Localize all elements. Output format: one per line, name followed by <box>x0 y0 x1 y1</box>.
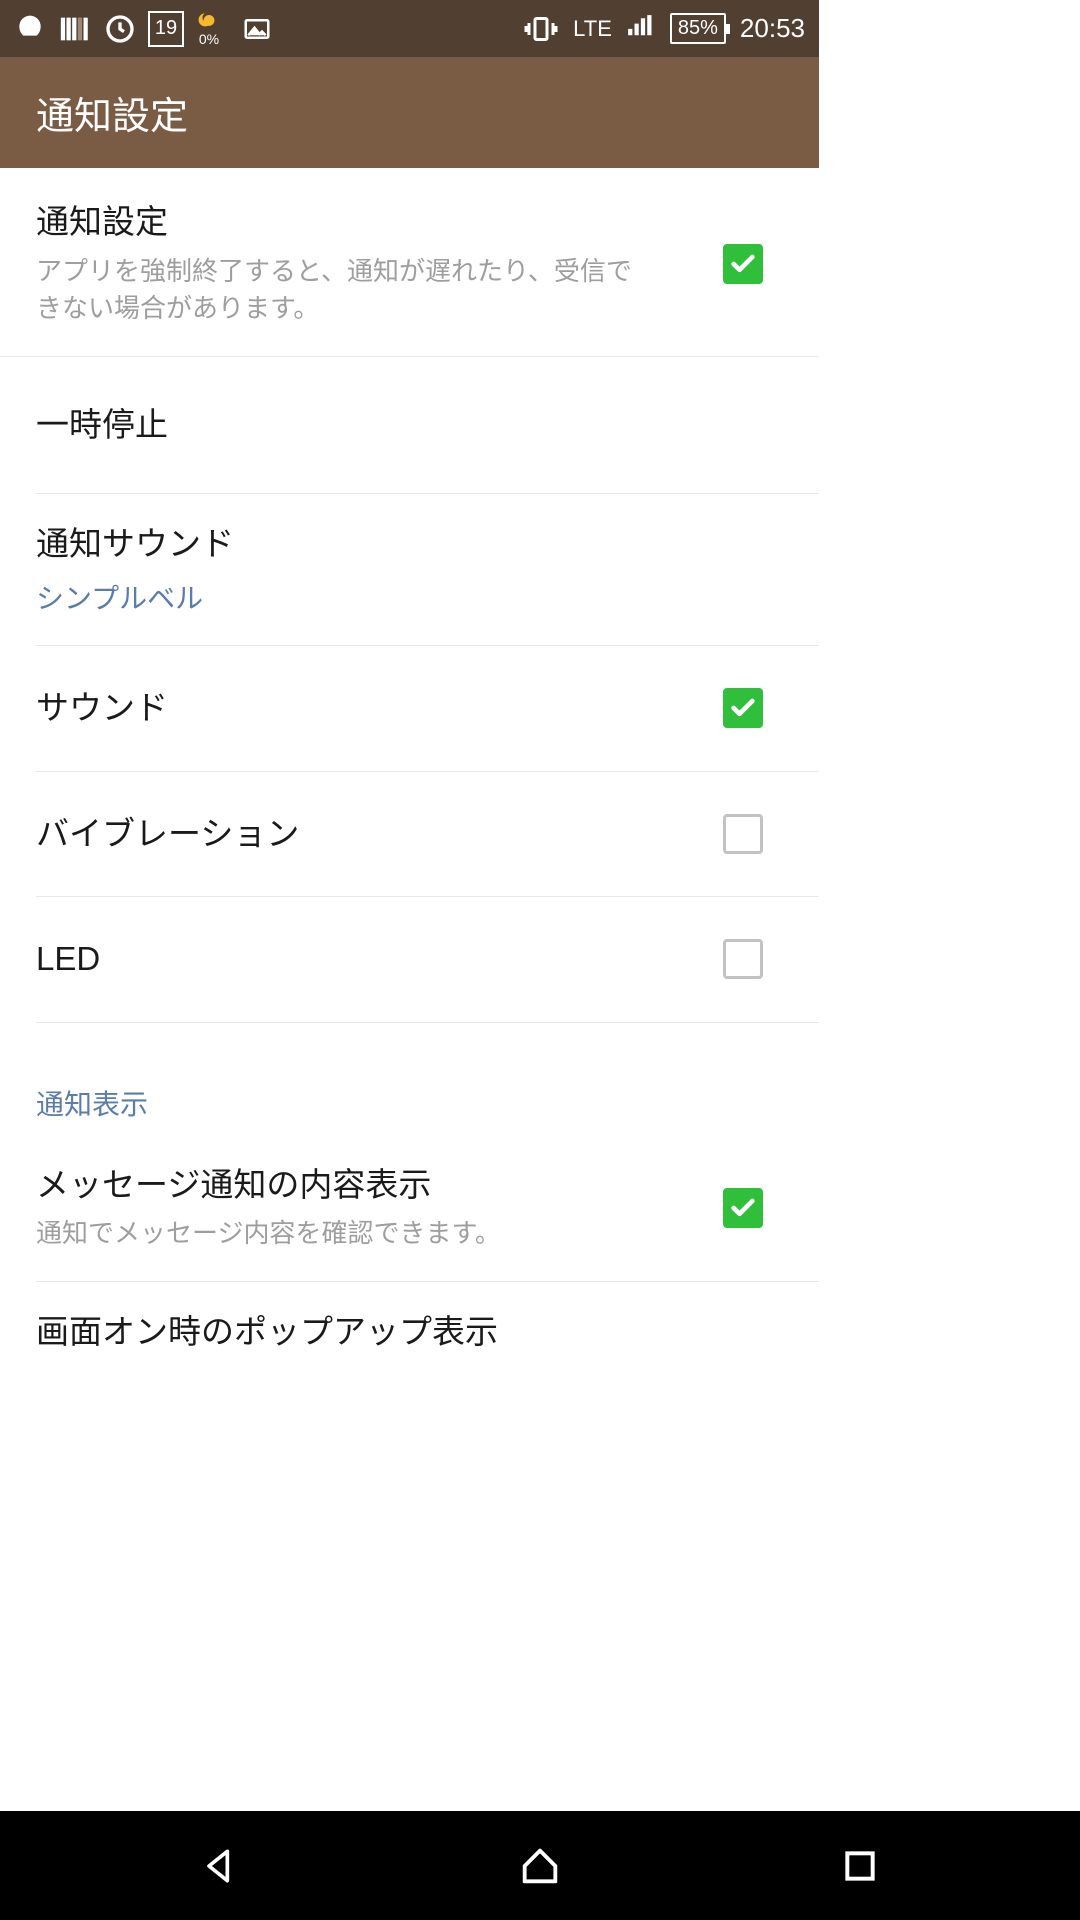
image-icon <box>242 14 272 44</box>
calendar-icon: 19 <box>148 11 184 47</box>
setting-pause[interactable]: 一時停止 <box>36 357 819 495</box>
setting-popup-title: 画面オン時のポップアップ表示 <box>36 1310 713 1346</box>
settings-list: 通知設定 アプリを強制終了すると、通知が遅れたり、受信できない場合があります。 … <box>0 168 819 1346</box>
signal-icon <box>626 14 656 44</box>
setting-notification-title: 通知設定 <box>36 200 653 245</box>
setting-popup[interactable]: 画面オン時のポップアップ表示 OFF <box>36 1282 819 1346</box>
vibrate-icon <box>523 11 559 47</box>
setting-led[interactable]: LED <box>36 897 819 1023</box>
setting-sound-toggle-checkbox[interactable] <box>723 688 763 728</box>
calendar-day: 19 <box>155 17 177 40</box>
setting-led-title: LED <box>36 937 653 982</box>
alarm-icon <box>14 13 46 45</box>
weather-icon: 0% <box>196 11 222 47</box>
setting-message-preview-title: メッセージ通知の内容表示 <box>36 1163 653 1208</box>
setting-message-preview-subtitle: 通知でメッセージ内容を確認できます。 <box>36 1215 653 1253</box>
setting-sound-value: シンプルベル <box>36 577 713 617</box>
setting-message-preview[interactable]: メッセージ通知の内容表示 通知でメッセージ内容を確認できます。 <box>36 1135 819 1282</box>
setting-vibration[interactable]: バイブレーション <box>36 772 819 898</box>
setting-sound-toggle[interactable]: サウンド <box>36 646 819 772</box>
setting-led-checkbox[interactable] <box>723 939 763 979</box>
navigation-bar <box>0 1811 1080 1920</box>
setting-notification-subtitle: アプリを強制終了すると、通知が遅れたり、受信できない場合があります。 <box>36 253 653 328</box>
page-title: 通知設定 <box>36 85 188 140</box>
recent-button[interactable] <box>830 1836 890 1896</box>
setting-pause-title: 一時停止 <box>36 403 713 448</box>
battery-percent: 85% <box>678 17 718 39</box>
battery-icon: 85% <box>670 13 726 44</box>
home-button[interactable] <box>510 1836 570 1896</box>
bars-icon <box>58 12 92 46</box>
clock-label: 20:53 <box>740 13 805 44</box>
setting-notification[interactable]: 通知設定 アプリを強制終了すると、通知が遅れたり、受信できない場合があります。 <box>0 168 819 357</box>
setting-sound-toggle-title: サウンド <box>36 686 653 731</box>
setting-sound-title: 通知サウンド <box>36 522 713 567</box>
setting-vibration-title: バイブレーション <box>36 812 653 857</box>
weather-percent: 0% <box>199 31 219 47</box>
setting-sound[interactable]: 通知サウンド シンプルベル <box>36 494 819 646</box>
setting-notification-checkbox[interactable] <box>723 244 763 284</box>
timer-icon <box>104 13 136 45</box>
setting-message-preview-checkbox[interactable] <box>723 1188 763 1228</box>
back-button[interactable] <box>190 1836 250 1896</box>
section-header-display: 通知表示 <box>0 1023 819 1135</box>
app-bar: 通知設定 <box>0 57 819 168</box>
status-bar: 19 0% LTE 85% 20:53 <box>0 0 819 57</box>
setting-vibration-checkbox[interactable] <box>723 814 763 854</box>
network-label: LTE <box>573 16 612 42</box>
